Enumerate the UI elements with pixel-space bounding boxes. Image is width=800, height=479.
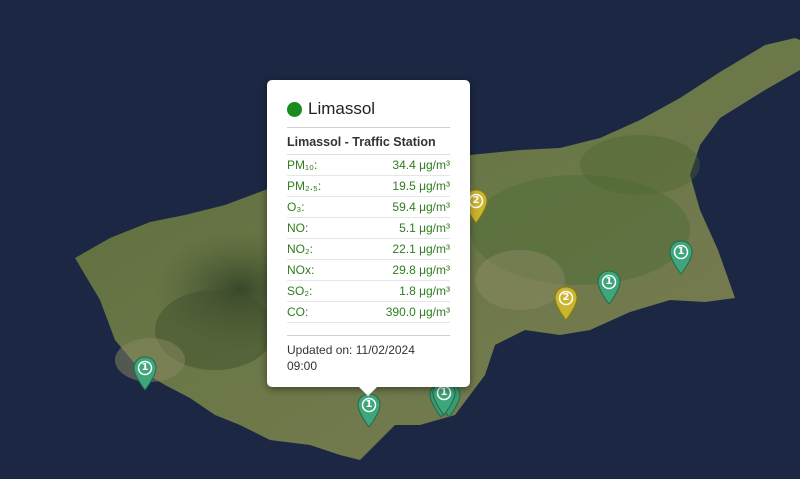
reading-label: CO:: [287, 305, 309, 319]
reading-value: 19.5 μg/m³: [392, 179, 450, 193]
marker-count: 1: [677, 246, 685, 257]
reading-value: 59.4 μg/m³: [392, 200, 450, 214]
station-name: Limassol - Traffic Station: [287, 128, 450, 155]
reading-row: NOx: 29.8 μg/m³: [287, 260, 450, 281]
reading-row: O₃: 59.4 μg/m³: [287, 197, 450, 218]
reading-row: NO₂: 22.1 μg/m³: [287, 239, 450, 260]
reading-value: 5.1 μg/m³: [399, 221, 450, 235]
marker-count: 2: [562, 292, 570, 303]
reading-label: NO₂:: [287, 242, 313, 256]
reading-label: NO:: [287, 221, 309, 235]
popup-title: Limassol: [308, 99, 376, 118]
reading-value: 22.1 μg/m³: [392, 242, 450, 256]
updated-date: 11/02/2024: [355, 343, 415, 357]
reading-value: 390.0 μg/m³: [385, 305, 450, 319]
reading-row: NO: 5.1 μg/m³: [287, 218, 450, 239]
updated-label: Updated on:: [287, 343, 353, 357]
marker-count: 1: [440, 387, 448, 398]
reading-value: 29.8 μg/m³: [392, 263, 450, 277]
map-marker-limassol[interactable]: 1: [356, 393, 382, 429]
reading-label: PM₂.₅:: [287, 179, 322, 193]
reading-row: PM₁₀: 34.4 μg/m³: [287, 155, 450, 176]
map-marker-ayia-napa[interactable]: 1: [596, 270, 622, 306]
marker-count: 1: [141, 362, 149, 373]
popup-header: Limassol: [287, 94, 450, 124]
marker-count: 1: [605, 276, 613, 287]
map-marker-paralimni[interactable]: 1: [668, 240, 694, 276]
reading-row: CO: 390.0 μg/m³: [287, 302, 450, 323]
reading-value: 34.4 μg/m³: [392, 158, 450, 172]
reading-row: PM₂.₅: 19.5 μg/m³: [287, 176, 450, 197]
marker-count: 1: [365, 399, 373, 410]
reading-label: NOx:: [287, 263, 315, 277]
reading-label: O₃:: [287, 200, 305, 214]
updated-time: 09:00: [287, 359, 318, 373]
status-dot-icon: [287, 101, 302, 117]
updated-timestamp: Updated on: 11/02/2024 09:00: [287, 335, 450, 374]
station-popup: Limassol Limassol - Traffic Station PM₁₀…: [267, 80, 470, 396]
reading-label: PM₁₀:: [287, 158, 318, 172]
reading-value: 1.8 μg/m³: [399, 284, 450, 298]
popup-tip: [358, 386, 378, 396]
map-marker-paphos[interactable]: 1: [132, 356, 158, 392]
map-marker-larnaca[interactable]: 2: [553, 286, 579, 322]
satellite-map[interactable]: 2 1 1 2 1 1 1 Limassol Limassol - Traffi…: [0, 0, 800, 479]
reading-label: SO₂:: [287, 284, 313, 298]
reading-row: SO₂: 1.8 μg/m³: [287, 281, 450, 302]
